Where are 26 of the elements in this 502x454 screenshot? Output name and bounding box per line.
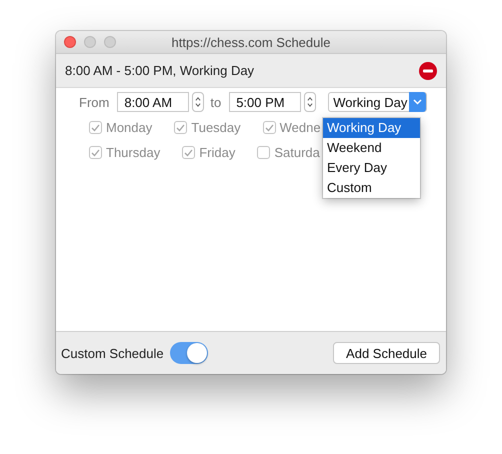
to-time-field[interactable]: 5:00 PM [229, 92, 302, 112]
toggle-label: Custom Schedule [61, 346, 164, 360]
chevron-icon [413, 99, 422, 105]
minimize-button[interactable] [84, 36, 96, 48]
from-time-field[interactable]: 8:00 AM [117, 92, 190, 112]
preset-dropdown[interactable]: Working Day [328, 92, 428, 112]
menu-option[interactable]: Every Day [323, 158, 420, 178]
zoom-button[interactable] [104, 36, 116, 48]
menu-option[interactable]: Weekend [323, 138, 420, 158]
toggle-switch[interactable] [170, 342, 208, 364]
add-schedule-button[interactable]: Add Schedule [333, 342, 440, 364]
remove-icon[interactable] [419, 62, 437, 80]
schedule-summary: 8:00 AM - 5:00 PM, Working Day [65, 63, 254, 78]
checkmark-icon [91, 124, 100, 132]
from-label: From [79, 94, 110, 110]
stepper-icon[interactable] [304, 92, 316, 112]
window-title: https://chess.com Schedule [172, 34, 330, 50]
checkmark-icon [264, 124, 274, 132]
checkmark-icon [184, 148, 194, 156]
menu-option[interactable]: Custom [323, 178, 420, 198]
stepper-icon[interactable] [192, 92, 204, 112]
menu-option[interactable]: Working Day [323, 118, 420, 138]
to-label: to [210, 94, 222, 110]
checkmark-icon [176, 124, 186, 132]
close-button[interactable] [64, 36, 76, 48]
checkmark-icon [91, 148, 100, 156]
